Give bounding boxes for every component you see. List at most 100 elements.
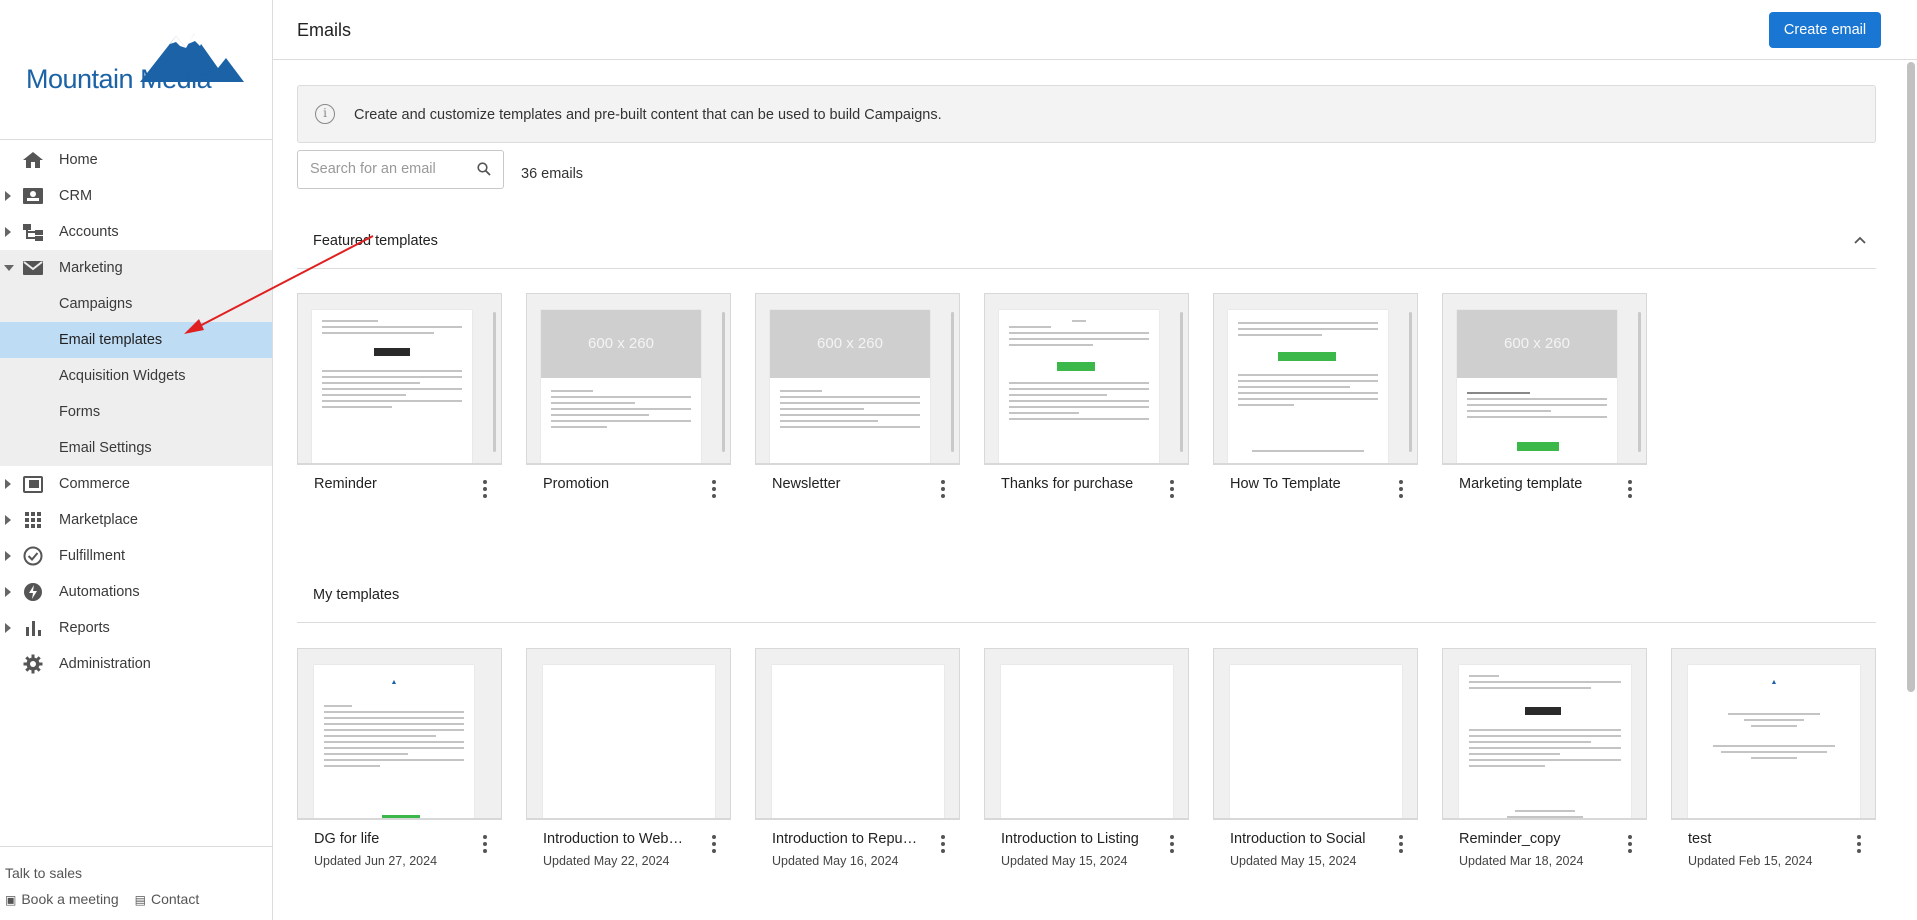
template-thumbnail	[985, 649, 1188, 819]
grid-icon	[25, 512, 41, 528]
contact-link[interactable]: ▤ Contact	[135, 891, 200, 907]
more-options-icon[interactable]	[712, 835, 716, 853]
caret-right-icon[interactable]	[5, 227, 11, 237]
template-updated: Updated May 15, 2024	[1001, 854, 1128, 868]
template-name: DG for life	[314, 831, 380, 847]
sidebar-subitem-email-settings[interactable]: Email Settings	[0, 430, 272, 466]
page-header: Emails Create email	[273, 0, 1917, 60]
info-icon: i	[315, 104, 335, 124]
sidebar-subitem-email-templates[interactable]: Email templates	[0, 322, 272, 358]
preview-scrollbar	[722, 312, 725, 452]
sidebar-subitem-forms[interactable]: Forms	[0, 394, 272, 430]
brand-name: Mountain Media	[26, 64, 212, 94]
book-meeting-link[interactable]: ▣ Book a meeting	[5, 891, 119, 907]
template-name: Introduction to Web…	[543, 831, 683, 847]
sidebar-subitem-campaigns[interactable]: Campaigns	[0, 286, 272, 322]
caret-right-icon[interactable]	[5, 479, 11, 489]
template-thumbnail	[756, 649, 959, 819]
template-name: Introduction to Listing	[1001, 831, 1139, 847]
more-options-icon[interactable]	[941, 480, 945, 498]
template-card-intro-listing[interactable]: Introduction to Listing Updated May 15, …	[984, 648, 1189, 868]
caret-right-icon[interactable]	[5, 515, 11, 525]
more-options-icon[interactable]	[483, 835, 487, 853]
more-options-icon[interactable]	[1857, 835, 1861, 853]
chevron-up-icon[interactable]	[1853, 233, 1867, 247]
more-options-icon[interactable]	[1628, 480, 1632, 498]
search-box[interactable]	[297, 150, 504, 189]
main-content: Emails Create email i Create and customi…	[273, 0, 1917, 920]
sidebar-item-automations[interactable]: Automations	[0, 574, 272, 610]
template-thumbnail: ▲	[298, 649, 501, 819]
contact-label: Contact	[150, 891, 200, 907]
template-card-reminder[interactable]: Reminder	[297, 293, 502, 498]
search-input[interactable]	[310, 161, 470, 177]
template-thumbnail	[298, 294, 501, 464]
email-preview: 600 x 260	[1457, 310, 1617, 463]
caret-right-icon[interactable]	[5, 587, 11, 597]
preview-scrollbar	[493, 312, 496, 452]
template-card-intro-social[interactable]: Introduction to Social Updated May 15, 2…	[1213, 648, 1418, 868]
more-options-icon[interactable]	[1628, 835, 1632, 853]
more-options-icon[interactable]	[1399, 835, 1403, 853]
template-card-test[interactable]: ▲ test Updated Feb 15, 2024	[1671, 648, 1876, 868]
caret-right-icon[interactable]	[5, 191, 11, 201]
page-scrollbar[interactable]	[1907, 62, 1915, 692]
template-updated: Updated Feb 15, 2024	[1688, 854, 1813, 868]
app-window: Mountain Media Home CRM Accounts Marketi…	[0, 0, 1917, 920]
more-options-icon[interactable]	[941, 835, 945, 853]
template-thumbnail	[1214, 649, 1417, 819]
sidebar-item-reports[interactable]: Reports	[0, 610, 272, 646]
sidebar-item-label: Marketplace	[59, 512, 138, 528]
template-name: Marketing template	[1459, 476, 1583, 492]
template-updated: Updated Mar 18, 2024	[1459, 854, 1584, 868]
sidebar-item-fulfillment[interactable]: Fulfillment	[0, 538, 272, 574]
caret-right-icon[interactable]	[5, 551, 11, 561]
sidebar-subitem-acquisition-widgets[interactable]: Acquisition Widgets	[0, 358, 272, 394]
sidebar-item-label: Accounts	[59, 224, 119, 240]
template-card-intro-web[interactable]: Introduction to Web… Updated May 22, 202…	[526, 648, 731, 868]
sidebar-item-marketing[interactable]: Marketing	[0, 250, 272, 286]
sidebar-item-label: Commerce	[59, 476, 130, 492]
sidebar-item-administration[interactable]: Administration	[0, 646, 272, 682]
my-templates-section-title: My templates	[313, 587, 400, 603]
sidebar-subitem-label: Campaigns	[59, 296, 133, 312]
chat-icon: ▤	[134, 893, 146, 907]
template-card-intro-reputation[interactable]: Introduction to Repu… Updated May 16, 20…	[755, 648, 960, 868]
mail-icon	[23, 261, 43, 275]
email-preview	[1001, 665, 1173, 818]
mini-brand-logo: ▲	[390, 679, 398, 686]
more-options-icon[interactable]	[1399, 480, 1403, 498]
template-name: test	[1688, 831, 1712, 847]
book-meeting-label: Book a meeting	[21, 891, 119, 907]
main-nav: Home CRM Accounts Marketing Campaigns Em	[0, 140, 272, 682]
caret-right-icon[interactable]	[5, 623, 11, 633]
template-card-how-to[interactable]: How To Template	[1213, 293, 1418, 498]
create-email-button[interactable]: Create email	[1769, 12, 1881, 48]
template-card-newsletter[interactable]: 600 x 260 Newsletter	[755, 293, 960, 498]
template-card-thanks-for-purchase[interactable]: Thanks for purchase	[984, 293, 1189, 498]
more-options-icon[interactable]	[1170, 480, 1174, 498]
template-name: Introduction to Social	[1230, 831, 1366, 847]
caret-down-icon[interactable]	[4, 265, 14, 271]
template-name: Promotion	[543, 476, 610, 492]
logo[interactable]: Mountain Media	[0, 0, 272, 140]
template-name: Reminder	[314, 476, 377, 492]
sidebar-item-accounts[interactable]: Accounts	[0, 214, 272, 250]
check-circle-icon	[23, 546, 43, 566]
template-card-dg-for-life[interactable]: ▲ DG for life Updated Jun 27, 2024	[297, 648, 502, 868]
sidebar-item-home[interactable]: Home	[0, 142, 272, 178]
search-icon[interactable]	[477, 162, 491, 176]
sidebar-item-commerce[interactable]: Commerce	[0, 466, 272, 502]
template-name: Thanks for purchase	[1001, 476, 1134, 492]
template-card-promotion[interactable]: 600 x 260 Promotion	[526, 293, 731, 498]
more-options-icon[interactable]	[483, 480, 487, 498]
more-options-icon[interactable]	[1170, 835, 1174, 853]
footer-links: ▣ Book a meeting ▤ Contact	[5, 891, 199, 907]
more-options-icon[interactable]	[712, 480, 716, 498]
template-thumbnail	[985, 294, 1188, 464]
store-icon	[23, 476, 43, 493]
sidebar-item-marketplace[interactable]: Marketplace	[0, 502, 272, 538]
template-card-reminder-copy[interactable]: Reminder_copy Updated Mar 18, 2024	[1442, 648, 1647, 868]
template-card-marketing[interactable]: 600 x 260 Marketing template	[1442, 293, 1647, 498]
sidebar-item-crm[interactable]: CRM	[0, 178, 272, 214]
